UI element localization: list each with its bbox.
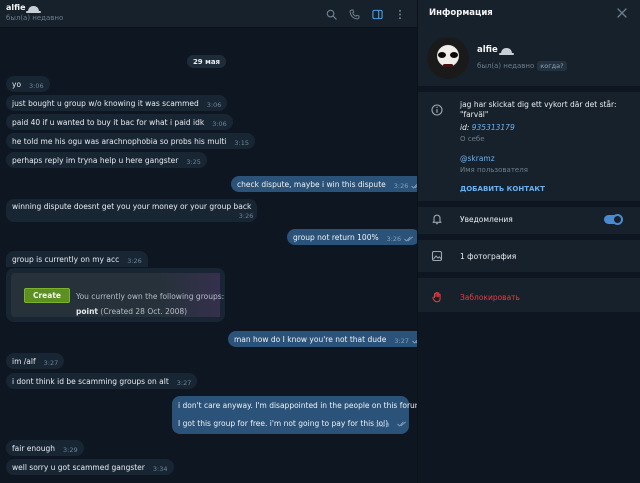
message-time: 3:27	[394, 337, 409, 345]
message-time: 3:29	[375, 421, 390, 429]
message-text: he told me his ogu was arachnophobia so …	[12, 136, 227, 146]
message-time: 3:34	[152, 465, 168, 473]
avatar-eye	[438, 52, 446, 58]
message-incoming[interactable]: i dont think id be scamming groups on al…	[6, 373, 198, 389]
message-outgoing[interactable]: man how do I know you're not that dude 3…	[228, 331, 417, 347]
message-text: just bought u group w/o knowing it was s…	[12, 98, 199, 108]
section-divider	[418, 234, 640, 240]
message-time: 3:29	[63, 446, 78, 454]
group-name: point	[76, 307, 99, 316]
message-time: 3:26	[386, 235, 402, 243]
chat-header[interactable]: alfie был(а) недавно	[0, 0, 417, 28]
add-contact-button[interactable]: ДОБАВИТЬ КОНТАКТ	[460, 185, 545, 193]
message-time: 3:27	[176, 379, 192, 387]
about-text: jag har skickat dig ett vykort där det s…	[460, 100, 617, 119]
contact-name: alfie	[6, 3, 26, 12]
about-label: О себе	[460, 135, 485, 143]
chat-title[interactable]: alfie	[6, 3, 41, 13]
bell-icon	[432, 214, 442, 225]
photos-link[interactable]: 1 фотография	[460, 252, 516, 261]
message-incoming[interactable]: perhaps reply im tryna help u here gangs…	[6, 152, 207, 168]
contact-status: был(а) недавно	[6, 14, 64, 22]
message-text: yo	[12, 79, 22, 89]
message-text: i dont think id be scamming groups on al…	[12, 376, 169, 386]
message-text: fair enough	[12, 443, 56, 453]
avatar-eye	[450, 52, 458, 58]
message-incoming[interactable]: fair enough 3:29	[6, 440, 84, 456]
message-incoming[interactable]: paid 40 if u wanted to buy it bac for wh…	[6, 114, 233, 130]
id-label: id:	[460, 123, 470, 132]
profile-status-text: был(а) недавно	[477, 62, 535, 70]
message-time: 3:26	[238, 212, 254, 220]
close-icon[interactable]	[616, 7, 628, 19]
message-text: im /alf	[12, 356, 36, 366]
message-text: paid 40 if u wanted to buy it bac for wh…	[12, 117, 205, 127]
header-actions	[324, 7, 407, 21]
message-incoming[interactable]: yo 3:06	[6, 76, 50, 92]
message-incoming[interactable]: he told me his ogu was arachnophobia so …	[6, 133, 255, 149]
section-divider	[418, 201, 640, 207]
message-incoming[interactable]: just bought u group w/o knowing it was s…	[6, 95, 228, 111]
profile-name-text: alfie	[477, 45, 498, 55]
section-divider	[418, 86, 640, 92]
chat-panel: alfie был(а) недавно 29 мая yo 3:06 just…	[0, 0, 417, 483]
message-text-line: I got this group for free. i'm not going…	[178, 419, 389, 428]
message-text: perhaps reply im tryna help u here gangs…	[12, 155, 179, 165]
info-title: Информация	[429, 8, 493, 18]
phone-icon[interactable]	[347, 7, 361, 21]
notifications-toggle[interactable]	[604, 214, 623, 225]
message-incoming[interactable]: well sorry u got scammed gangster 3:34	[6, 459, 174, 475]
message-outgoing[interactable]: check dispute, maybe i win this dispute …	[231, 176, 417, 192]
info-panel: Информация alfie был(а) недавно когда? j…	[417, 0, 640, 483]
date-separator: 29 мая	[187, 55, 226, 68]
message-text-line: i don't care anyway. I'm disappointed in…	[178, 401, 417, 410]
username[interactable]: @skramz	[460, 154, 495, 163]
read-checkmarks-icon	[397, 421, 407, 427]
when-badge[interactable]: когда?	[537, 61, 567, 71]
message-outgoing-multiline[interactable]: i don't care anyway. I'm disappointed in…	[172, 396, 417, 434]
message-text: group is currently on my acc	[12, 254, 120, 264]
profile-name: alfie	[477, 45, 514, 55]
hat-emoji-icon	[25, 5, 41, 13]
message-incoming[interactable]: im /alf 3:27	[6, 353, 65, 369]
message-text: winning dispute doesnt get you your mone…	[12, 202, 252, 211]
message-time: 3:06	[206, 101, 222, 109]
info-icon	[431, 104, 443, 116]
groups-owned-text: You currently own the following groups:	[76, 292, 225, 301]
message-time: 3:26	[127, 257, 142, 265]
block-hand-icon	[432, 292, 441, 303]
message-incoming[interactable]: winning dispute doesnt get you your mone…	[6, 199, 258, 222]
group-entry: point (Created 28 Oct. 2008)	[76, 307, 187, 316]
avatar[interactable]	[427, 37, 469, 79]
message-text: check dispute, maybe i win this dispute	[237, 179, 386, 189]
message-time: 3:27	[43, 359, 59, 367]
search-icon[interactable]	[324, 7, 338, 21]
group-meta: (Created 28 Oct. 2008)	[100, 307, 188, 316]
more-vertical-icon[interactable]	[393, 7, 407, 21]
message-text: well sorry u got scammed gangster	[12, 462, 145, 472]
create-button-in-image: Create	[24, 288, 70, 303]
hat-emoji-icon	[498, 48, 514, 55]
block-user-button[interactable]: Заблокировать	[460, 293, 520, 302]
sidebar-toggle-icon[interactable]	[370, 7, 384, 21]
message-outgoing[interactable]: group not return 100% 3:26	[287, 229, 417, 245]
message-text: man how do I know you're not that dude	[234, 334, 387, 344]
section-divider	[418, 272, 640, 278]
profile-status: был(а) недавно когда?	[477, 61, 567, 71]
avatar-mouth	[443, 64, 453, 67]
message-time: 3:15	[234, 139, 249, 147]
panel-footer-space	[418, 312, 640, 483]
photo-icon	[431, 250, 443, 262]
message-time: 3:06	[212, 120, 227, 128]
id-value[interactable]: 935313179	[472, 123, 515, 132]
message-time: 3:26	[393, 182, 409, 190]
read-checkmarks-icon	[404, 236, 414, 242]
notifications-label[interactable]: Уведомления	[460, 215, 513, 224]
username-label: Имя пользователя	[460, 166, 528, 174]
message-time: 3:06	[29, 82, 44, 90]
message-time: 3:25	[186, 158, 201, 166]
message-text: group not return 100%	[293, 232, 379, 242]
message-incoming[interactable]: group is currently on my acc 3:26	[6, 251, 148, 267]
about-id: id: 935313179	[460, 123, 515, 132]
